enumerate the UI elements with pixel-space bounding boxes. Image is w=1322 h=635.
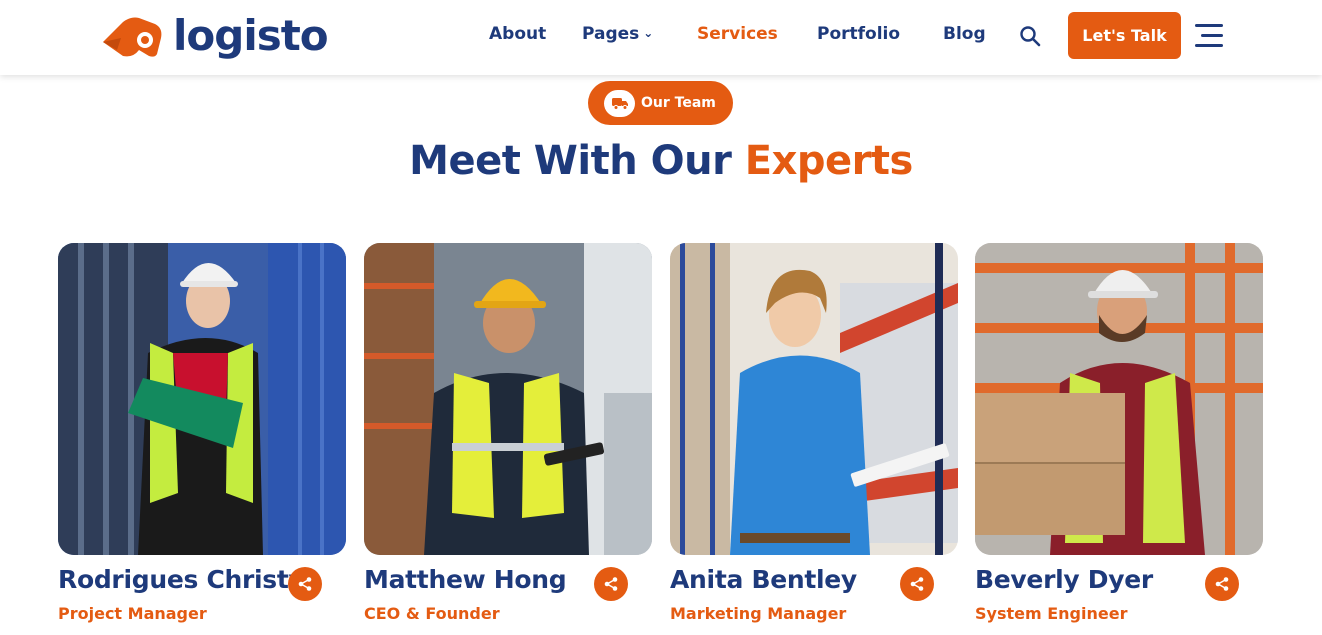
site-header: logisto About Pages ⌄ Services Portfolio … [0, 0, 1322, 75]
logo-text: logisto [173, 11, 329, 60]
section-title: Meet With Our Experts [0, 138, 1322, 184]
nav-services[interactable]: Services [697, 24, 778, 44]
share-icon[interactable] [900, 567, 934, 601]
title-accent: Experts [744, 138, 914, 184]
share-icon[interactable] [288, 567, 322, 601]
team-member-name[interactable]: Rodrigues Christy [58, 565, 305, 594]
team-member-role: CEO & Founder [364, 604, 500, 623]
nav-pages[interactable]: Pages ⌄ [582, 24, 653, 44]
team-member-role: Marketing Manager [670, 604, 847, 623]
share-icon[interactable] [594, 567, 628, 601]
team-member-name[interactable]: Beverly Dyer [975, 565, 1153, 594]
lets-talk-button[interactable]: Let's Talk [1068, 12, 1181, 59]
badge-label: Our Team [641, 95, 716, 111]
team-member-role: Project Manager [58, 604, 207, 623]
chevron-down-icon: ⌄ [643, 26, 654, 40]
nav-blog[interactable]: Blog [943, 24, 986, 44]
logo[interactable]: logisto [99, 10, 329, 62]
team-card: Rodrigues Christy Project Manager [58, 243, 346, 635]
nav-portfolio[interactable]: Portfolio [817, 24, 900, 44]
search-icon[interactable] [1019, 25, 1041, 47]
team-member-photo [364, 243, 652, 555]
team-card: Beverly Dyer System Engineer [975, 243, 1263, 635]
team-member-role: System Engineer [975, 604, 1128, 623]
logo-mark-icon [103, 17, 162, 57]
title-main: Meet With Our [409, 138, 732, 184]
team-card: Anita Bentley Marketing Manager [670, 243, 958, 635]
truck-icon [604, 89, 635, 117]
team-member-photo [670, 243, 958, 555]
team-member-photo [58, 243, 346, 555]
section-badge: Our Team [588, 81, 733, 125]
team-member-name[interactable]: Matthew Hong [364, 565, 567, 594]
team-member-name[interactable]: Anita Bentley [670, 565, 857, 594]
team-member-photo [975, 243, 1263, 555]
hamburger-menu-icon[interactable] [1195, 24, 1223, 48]
team-card: Matthew Hong CEO & Founder [364, 243, 652, 635]
nav-pages-label: Pages [582, 24, 640, 44]
share-icon[interactable] [1205, 567, 1239, 601]
nav-about[interactable]: About [489, 24, 546, 44]
